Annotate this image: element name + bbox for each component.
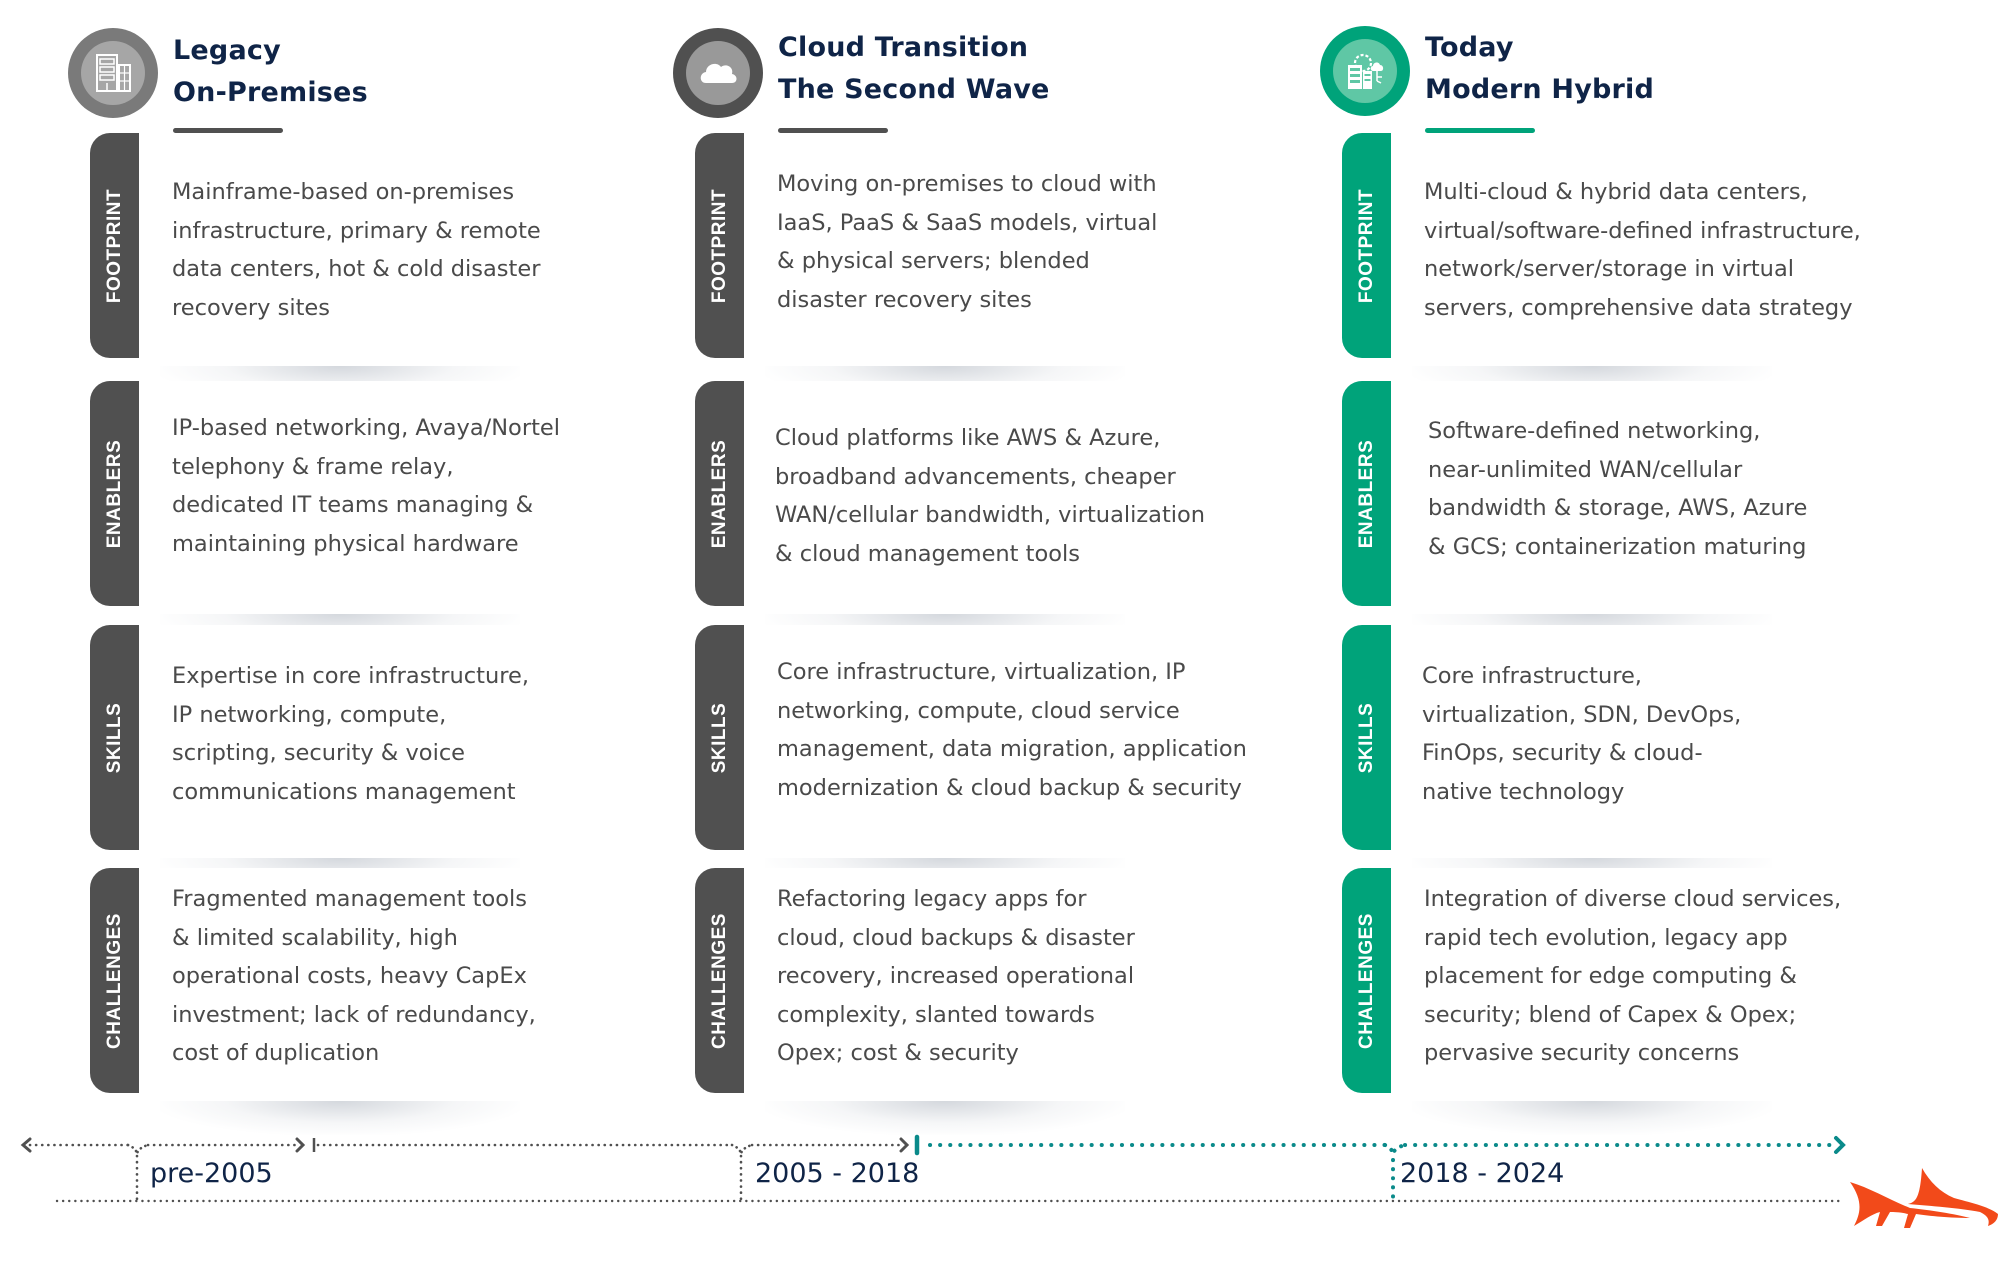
row-tab: FOOTPRINT xyxy=(1342,133,1391,358)
row-skills: SKILLS Core infrastructure, virtualizati… xyxy=(695,625,1255,892)
row-tab: CHALLENGES xyxy=(90,868,139,1093)
era-title: Today Modern Hybrid xyxy=(1425,27,1654,111)
hybrid-datacenter-icon xyxy=(1348,53,1384,89)
row-label: FOOTPRINT xyxy=(103,188,125,303)
era-column-modern-hybrid: Today Modern Hybrid FOOTPRINT Multi-clou… xyxy=(1252,0,1902,1135)
row-tab: FOOTPRINT xyxy=(90,133,139,358)
era-icon-badge xyxy=(68,28,158,118)
era-icon-badge xyxy=(1320,26,1410,116)
timeline: pre-2005 2005 - 2018 2018 - 2024 xyxy=(0,1120,2000,1240)
row-text: Moving on-premises to cloud with IaaS, P… xyxy=(777,171,1158,313)
row-challenges: CHALLENGES Refactoring legacy apps for c… xyxy=(695,868,1255,1135)
row-text: Refactoring legacy apps for cloud, cloud… xyxy=(777,886,1135,1066)
row-label: SKILLS xyxy=(103,702,125,773)
building-icon xyxy=(96,54,131,92)
row-label: ENABLERS xyxy=(708,439,730,548)
row-challenges: CHALLENGES Integration of diverse cloud … xyxy=(1342,868,1902,1135)
row-tab: ENABLERS xyxy=(1342,381,1391,606)
arrow-right-icon xyxy=(1834,1136,1846,1154)
row-enablers: ENABLERS IP-based networking, Avaya/Nort… xyxy=(90,381,650,648)
row-footprint: FOOTPRINT Moving on-premises to cloud wi… xyxy=(695,133,1255,400)
row-tab: ENABLERS xyxy=(90,381,139,606)
row-label: ENABLERS xyxy=(103,439,125,548)
row-challenges: CHALLENGES Fragmented management tools &… xyxy=(90,868,650,1135)
row-label: SKILLS xyxy=(708,702,730,773)
timeline-teal-segment xyxy=(914,1134,1846,1202)
era-title-line2: Modern Hybrid xyxy=(1425,74,1655,105)
row-tab: CHALLENGES xyxy=(1342,868,1391,1093)
row-tab: FOOTPRINT xyxy=(695,133,744,358)
row-label: SKILLS xyxy=(1355,702,1377,773)
era-title-line2: On-Premises xyxy=(173,77,368,108)
row-text: Core infrastructure, virtualization, SDN… xyxy=(1422,663,1742,805)
row-tab: SKILLS xyxy=(1342,625,1391,850)
row-tab: SKILLS xyxy=(90,625,139,850)
timeline-gray-segment xyxy=(20,1137,1842,1203)
timeline-period-label: 2005 - 2018 xyxy=(755,1158,920,1189)
row-label: FOOTPRINT xyxy=(1355,188,1377,303)
row-skills: SKILLS Core infrastructure, virtualizati… xyxy=(1342,625,1902,892)
era-title-line1: Legacy xyxy=(173,35,281,66)
arrow-right-icon xyxy=(899,1137,910,1153)
row-enablers: ENABLERS Cloud platforms like AWS & Azur… xyxy=(695,381,1255,648)
era-title-line1: Today xyxy=(1425,32,1514,63)
row-text: Mainframe-based on-premises infrastructu… xyxy=(172,179,541,321)
era-icon-badge xyxy=(673,28,763,118)
row-text: Integration of diverse cloud services, r… xyxy=(1424,886,1842,1066)
row-enablers: ENABLERS Software-defined networking, ne… xyxy=(1342,381,1902,648)
timeline-lines xyxy=(20,1134,1846,1203)
era-title: Cloud Transition The Second Wave xyxy=(778,27,1050,111)
row-tab: CHALLENGES xyxy=(695,868,744,1093)
row-label: CHALLENGES xyxy=(1355,912,1377,1049)
timeline-period-label: pre-2005 xyxy=(150,1158,273,1189)
era-title-line1: Cloud Transition xyxy=(778,32,1029,63)
timeline-period-label: 2018 - 2024 xyxy=(1400,1158,1565,1189)
row-label: FOOTPRINT xyxy=(708,188,730,303)
row-footprint: FOOTPRINT Mainframe-based on-premises in… xyxy=(90,133,650,400)
row-text: Fragmented management tools & limited sc… xyxy=(172,886,536,1066)
era-column-legacy: Legacy On-Premises FOOTPRINT Mainframe-b… xyxy=(0,0,650,1135)
row-text: Multi-cloud & hybrid data centers, virtu… xyxy=(1424,179,1861,321)
era-column-cloud-transition: Cloud Transition The Second Wave FOOTPRI… xyxy=(605,0,1255,1135)
row-label: CHALLENGES xyxy=(103,912,125,1049)
row-skills: SKILLS Expertise in core infrastructure,… xyxy=(90,625,650,892)
row-tab: SKILLS xyxy=(695,625,744,850)
era-title: Legacy On-Premises xyxy=(173,30,368,114)
row-tab: ENABLERS xyxy=(695,381,744,606)
row-label: CHALLENGES xyxy=(708,912,730,1049)
row-label: ENABLERS xyxy=(1355,439,1377,548)
era-title-line2: The Second Wave xyxy=(778,74,1050,105)
arrow-right-icon xyxy=(295,1137,306,1153)
row-text: Software-defined networking, near-unlimi… xyxy=(1428,418,1808,560)
row-footprint: FOOTPRINT Multi-cloud & hybrid data cent… xyxy=(1342,133,1902,400)
row-text: Expertise in core infrastructure, IP net… xyxy=(172,663,529,805)
row-text: IP-based networking, Avaya/Nortel teleph… xyxy=(172,415,560,557)
shark-logo-icon xyxy=(1850,1168,1998,1228)
cloud-icon xyxy=(700,63,737,83)
row-text: Cloud platforms like AWS & Azure, broadb… xyxy=(775,425,1206,567)
